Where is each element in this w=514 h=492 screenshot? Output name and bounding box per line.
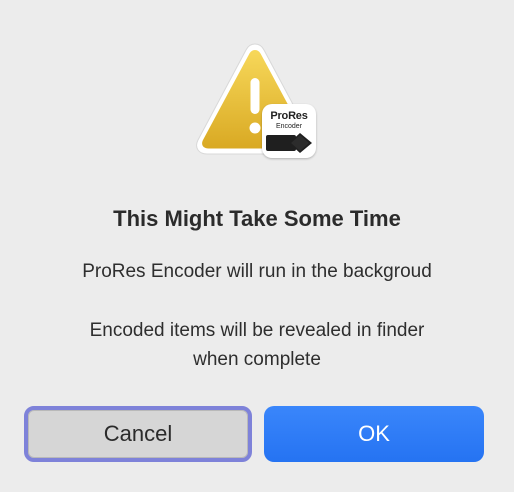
dialog-message-secondary: Encoded items will be revealed in finder… bbox=[0, 316, 514, 374]
dialog-message-secondary-line2: when complete bbox=[193, 349, 321, 370]
cancel-button-label: Cancel bbox=[103, 421, 173, 446]
alert-dialog: ProRes Encoder This Might Take Some Time… bbox=[0, 0, 514, 492]
encoder-graphic-icon bbox=[266, 133, 312, 153]
dialog-message-secondary-line1: Encoded items will be revealed in finder bbox=[89, 320, 425, 341]
ok-button-label: OK bbox=[358, 421, 390, 446]
ok-button[interactable]: OK bbox=[264, 406, 484, 462]
dialog-message-primary: ProRes Encoder will run in the backgroud bbox=[82, 261, 432, 282]
app-icon-label-line2: Encoder bbox=[275, 123, 303, 130]
dialog-title: This Might Take Some Time bbox=[113, 206, 401, 231]
app-icon-label-line1: ProRes bbox=[270, 110, 308, 122]
prores-encoder-app-icon: ProRes Encoder bbox=[262, 104, 316, 158]
cancel-button[interactable]: Cancel bbox=[24, 406, 252, 462]
